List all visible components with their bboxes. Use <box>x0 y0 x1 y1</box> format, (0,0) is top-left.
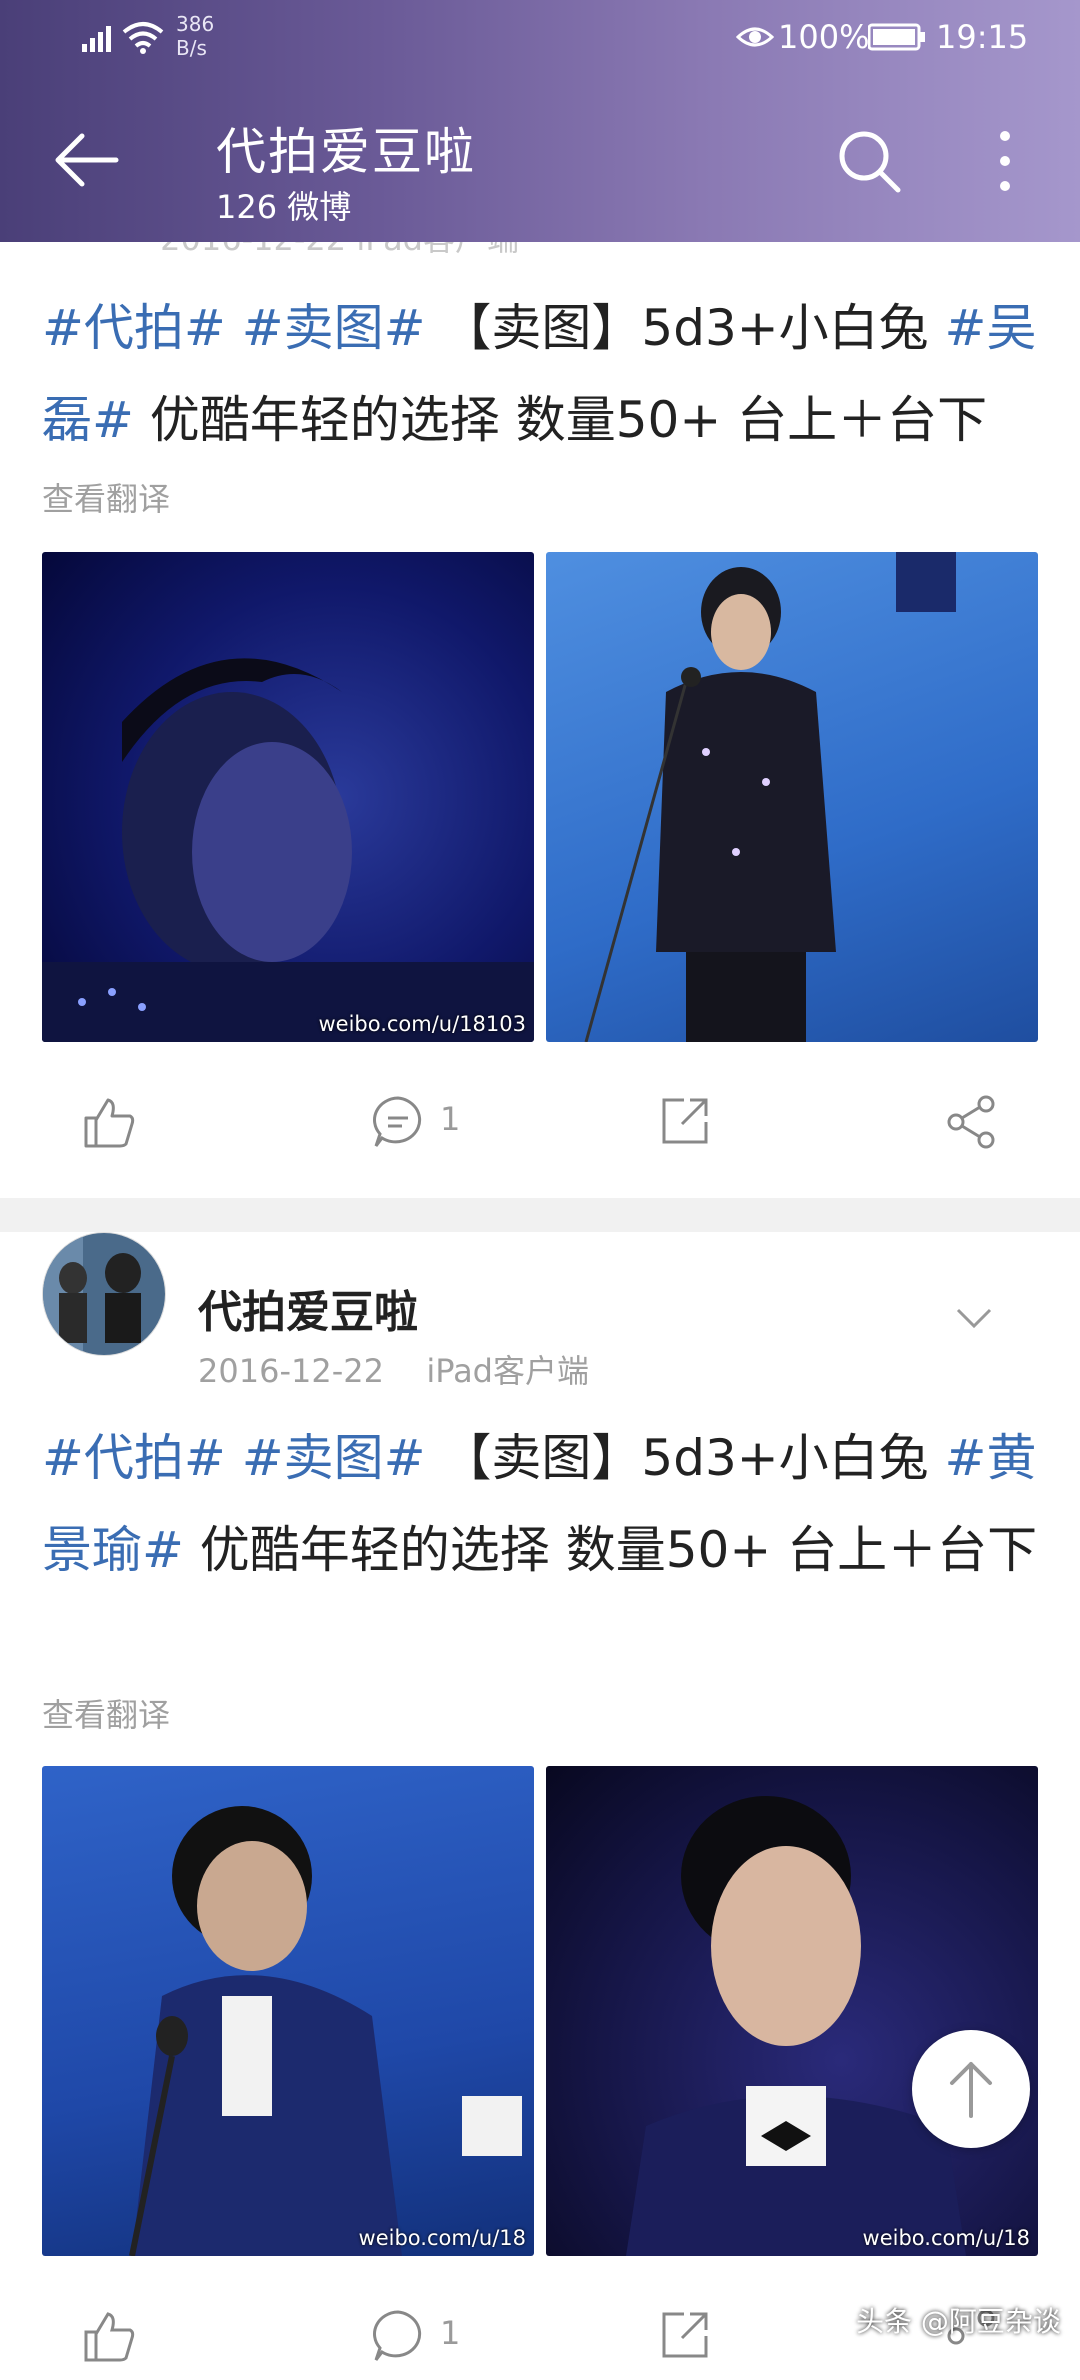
source-credit: 头条 @阿豆杂谈 <box>856 2305 1061 2338</box>
wifi-icon <box>122 22 164 54</box>
hashtag[interactable]: #代拍# <box>42 1429 226 1487</box>
comment-count: 1 <box>440 2314 461 2352</box>
signal-icon <box>82 26 111 52</box>
like-icon[interactable] <box>80 2308 136 2364</box>
eye-comfort-icon <box>736 27 774 47</box>
watermark: weibo.com/u/18 <box>358 2226 526 2250</box>
watermark: weibo.com/u/18103 <box>318 1012 526 1036</box>
avatar-image <box>43 1233 165 1355</box>
hashtag[interactable]: #代拍# <box>42 299 226 357</box>
post1-text: #代拍# #卖图# 【卖图】5d3+小白兔 #吴磊# 优酷年轻的选择 数量50+… <box>42 299 1037 449</box>
comment-icon[interactable] <box>370 1094 426 1150</box>
back-arrow-icon[interactable] <box>52 130 122 190</box>
status-bar: 386 B/s 100% 19:15 <box>0 12 1080 62</box>
post-count: 126 微博 <box>216 188 352 226</box>
post-divider <box>0 1198 1080 1232</box>
photo-image <box>42 658 534 1042</box>
comment-icon[interactable] <box>370 2308 426 2364</box>
post-photo[interactable]: weibo.com/u/18 <box>546 1766 1038 2256</box>
watermark: weibo.com/u/18 <box>862 2226 1030 2250</box>
hashtag[interactable]: #卖图# <box>242 299 426 357</box>
post-meta: 2016-12-22 iPad客户端 <box>198 1346 589 1392</box>
clock: 19:15 <box>936 18 1029 56</box>
top-app-bar: 386 B/s 100% 19:15 代拍爱豆啦 126 微博 <box>0 0 1080 242</box>
more-vertical-icon[interactable] <box>990 126 1020 196</box>
photo-image <box>129 1806 522 2256</box>
post-source: iPad客户端 <box>426 1352 589 1390</box>
avatar[interactable] <box>42 1232 166 1356</box>
battery-icon <box>868 23 925 51</box>
repost-icon[interactable] <box>658 1094 712 1148</box>
photo-image <box>584 552 956 1042</box>
net-speed: 386 B/s <box>176 12 215 60</box>
share-icon[interactable] <box>944 1094 1000 1150</box>
like-icon[interactable] <box>80 1094 136 1150</box>
translate-link[interactable]: 查看翻译 <box>42 474 170 520</box>
page-title: 代拍爱豆啦 <box>216 123 476 181</box>
username[interactable]: 代拍爱豆啦 <box>198 1276 418 1340</box>
repost-icon[interactable] <box>658 2308 712 2362</box>
hashtag[interactable]: #卖图# <box>242 1429 426 1487</box>
battery-percent: 100% <box>778 18 870 56</box>
post-date: 2016-12-22 <box>198 1352 384 1390</box>
search-icon[interactable] <box>834 126 904 196</box>
chevron-down-icon[interactable] <box>954 1304 994 1334</box>
post1-actions: 1 <box>0 1076 1080 1166</box>
comment-count: 1 <box>440 1100 461 1138</box>
post-photo[interactable]: weibo.com/u/18103 <box>42 552 534 1042</box>
photo-image <box>626 1796 966 2256</box>
translate-link[interactable]: 查看翻译 <box>42 1690 170 1736</box>
arrow-up-icon <box>950 2062 992 2118</box>
post2-text: #代拍# #卖图# 【卖图】5d3+小白兔 #黄景瑜# 优酷年轻的选择 数量50… <box>42 1429 1038 1579</box>
post-photo[interactable]: weibo.com/u/18 <box>42 1766 534 2256</box>
post-photo[interactable] <box>546 552 1038 1042</box>
scroll-to-top-button[interactable] <box>912 2030 1030 2148</box>
